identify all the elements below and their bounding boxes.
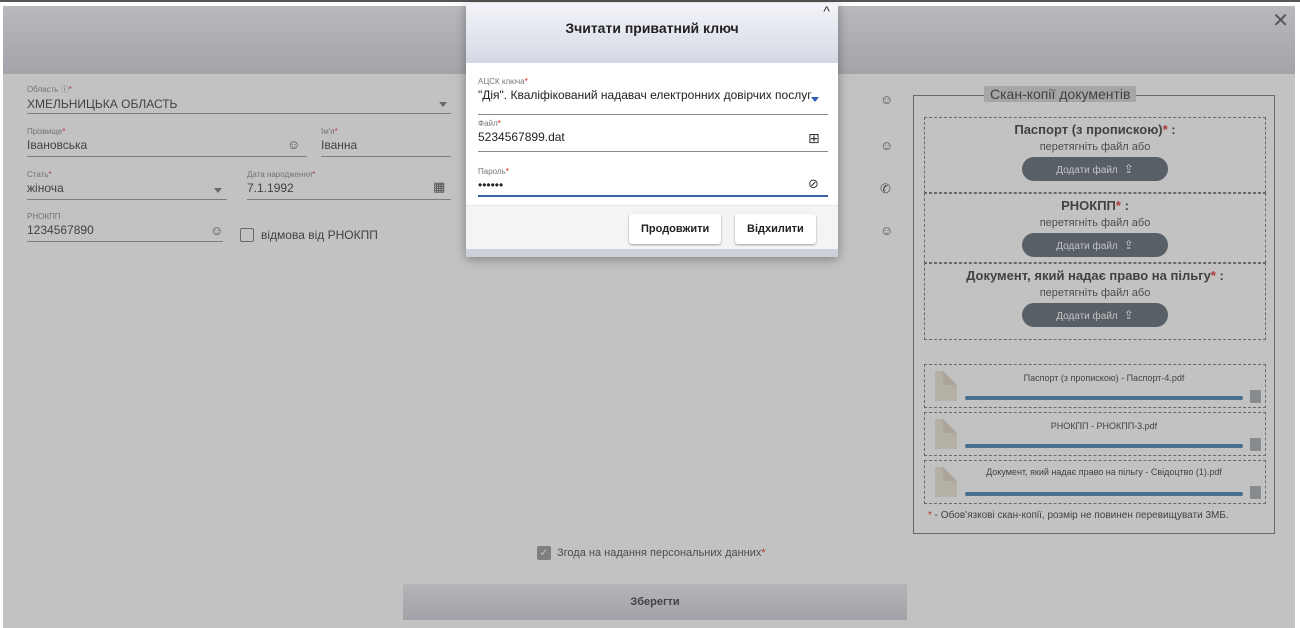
private-key-dialog: Зчитати приватний ключ ^ АЦСК ключа* "Ді… [466, 3, 838, 257]
file-field[interactable]: Файл* 5234567899.dat [478, 119, 565, 144]
password-label: Пароль [478, 167, 506, 176]
acsk-value: "Дія". Кваліфікований надавач електронни… [478, 88, 812, 102]
dialog-title: Зчитати приватний ключ [565, 20, 739, 36]
file-label: Файл [478, 119, 498, 128]
continue-button[interactable]: Продовжити [629, 214, 722, 244]
dialog-header: Зчитати приватний ключ ^ [466, 3, 838, 63]
reject-button[interactable]: Відхилити [735, 214, 816, 244]
acsk-underline [478, 114, 828, 115]
password-value: •••••• [478, 178, 504, 192]
file-underline [478, 151, 828, 152]
acsk-dropdown-icon[interactable] [811, 97, 819, 102]
dialog-body: АЦСК ключа* "Дія". Кваліфікований надава… [466, 63, 838, 205]
chevron-up-icon[interactable]: ^ [823, 3, 830, 19]
eye-off-icon[interactable]: ⊘ [808, 177, 819, 191]
password-underline [478, 195, 828, 197]
password-field[interactable]: Пароль* •••••• [478, 167, 509, 192]
file-value: 5234567899.dat [478, 130, 565, 144]
acsk-select[interactable]: АЦСК ключа* "Дія". Кваліфікований надава… [478, 77, 812, 102]
dialog-footer: Продовжити Відхилити [466, 205, 838, 249]
dialog-bottom-strip [466, 249, 838, 257]
acsk-label: АЦСК ключа [478, 77, 525, 86]
add-file-icon[interactable]: ⊞ [808, 131, 820, 145]
